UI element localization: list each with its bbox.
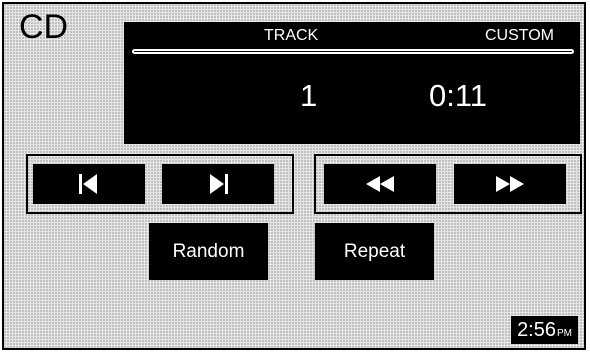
repeat-button[interactable]: Repeat	[315, 223, 434, 280]
clock-ampm: PM	[557, 328, 572, 339]
source-title: CD	[19, 8, 69, 46]
track-info-panel: TRACK CUSTOM 1 0:11	[124, 22, 580, 144]
skip-previous-icon	[79, 174, 97, 194]
rewind-button[interactable]	[324, 164, 436, 204]
elapsed-time: 0:11	[429, 78, 488, 113]
clock-display[interactable]: 2:56 PM	[511, 316, 578, 344]
skip-next-icon	[210, 174, 228, 194]
custom-heading[interactable]: CUSTOM	[485, 27, 554, 45]
fast-forward-button[interactable]	[454, 164, 566, 204]
seek-group	[314, 154, 582, 214]
track-heading: TRACK	[264, 27, 319, 44]
cd-screen: CD TRACK CUSTOM 1 0:11 Random Repeat 2:5…	[2, 2, 586, 350]
random-button[interactable]: Random	[149, 223, 268, 280]
fast-forward-icon	[496, 176, 524, 192]
header-divider	[132, 49, 574, 54]
previous-track-button[interactable]	[33, 164, 145, 204]
next-track-button[interactable]	[162, 164, 274, 204]
track-skip-group	[26, 154, 294, 214]
rewind-icon	[366, 176, 394, 192]
track-number: 1	[300, 78, 318, 113]
clock-time: 2:56	[517, 319, 556, 341]
